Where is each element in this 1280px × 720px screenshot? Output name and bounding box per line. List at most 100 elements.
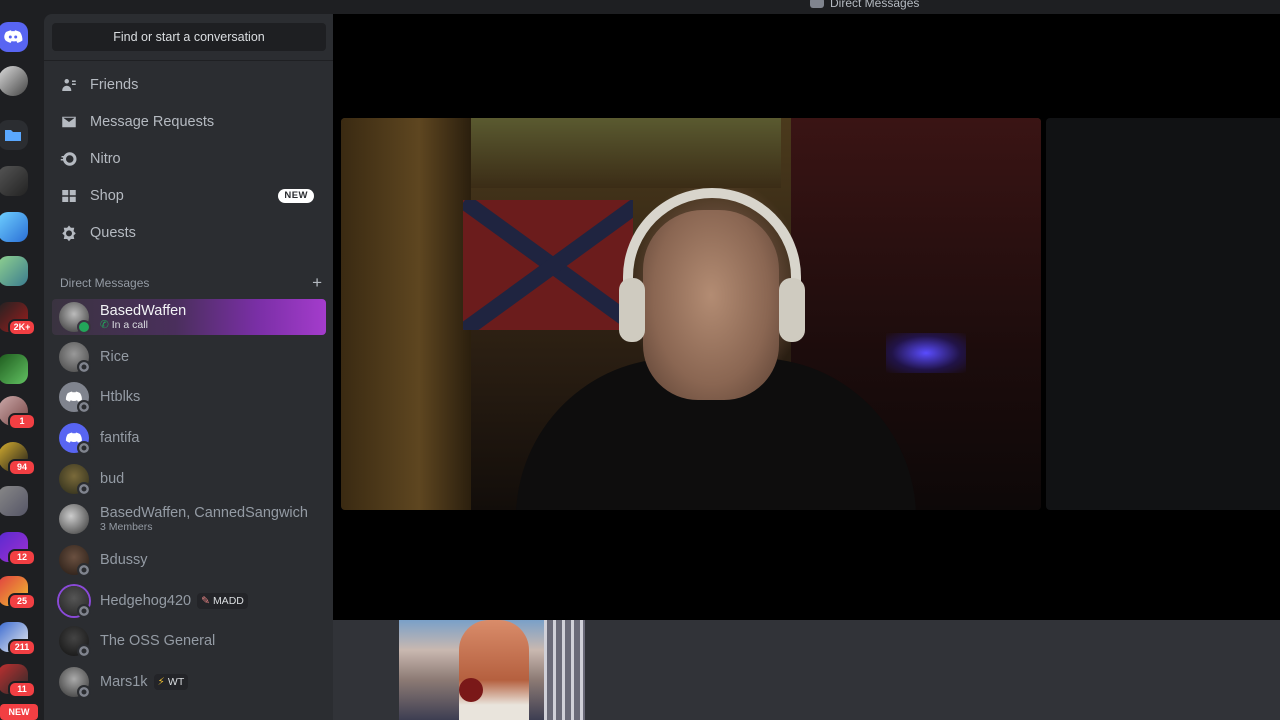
envelope-icon — [60, 113, 78, 131]
dm-item[interactable]: BasedWaffen ✆ In a call — [52, 299, 326, 335]
avatar — [59, 302, 91, 334]
call-view — [333, 14, 1280, 720]
lightning-icon: ⚡ — [157, 676, 165, 688]
server-rail: 2K+ 1 94 12 25 211 11 NEW — [0, 14, 44, 720]
mention-badge: 1 — [8, 413, 36, 430]
status-offline-indicator — [77, 482, 91, 496]
dm-section-header: Direct Messages + — [60, 273, 322, 292]
server-icon-6[interactable] — [0, 354, 28, 384]
server-icon-13[interactable]: 11 — [0, 664, 36, 698]
lamp-glow — [886, 333, 966, 373]
video-background — [341, 118, 471, 510]
dm-item[interactable]: Rice — [52, 339, 326, 375]
server-icon-10[interactable]: 12 — [0, 532, 36, 566]
mention-badge: 12 — [8, 549, 36, 566]
status-offline-indicator — [77, 685, 91, 699]
dm-item[interactable]: BasedWaffen, CannedSangwich 3 Members — [52, 501, 326, 537]
folder-icon — [5, 130, 21, 141]
status-offline-indicator — [77, 360, 91, 374]
dm-name: Hedgehog420 ✎ MADD — [100, 593, 248, 609]
status-offline-indicator — [77, 400, 91, 414]
dm-item[interactable]: Bdussy — [52, 542, 326, 578]
clan-tag: ✎ MADD — [197, 593, 248, 609]
friends-icon — [60, 76, 78, 94]
search-conversation-button[interactable]: Find or start a conversation — [52, 23, 326, 51]
dm-subtext: ✆ In a call — [100, 319, 186, 331]
server-icon-2[interactable] — [0, 166, 28, 196]
status-offline-indicator — [77, 644, 91, 658]
mention-badge: 2K+ — [8, 319, 36, 336]
dm-name: BasedWaffen — [100, 303, 187, 319]
title-bar: Direct Messages — [0, 0, 1280, 14]
nav-shop[interactable]: Shop NEW — [52, 179, 326, 213]
avatar — [59, 423, 91, 455]
dm-name: Rice — [100, 349, 130, 365]
dm-name-text: Hedgehog420 — [100, 593, 192, 609]
discord-logo-icon — [4, 30, 23, 43]
dm-item[interactable]: fantifa — [52, 420, 326, 456]
clan-tag-text: MADD — [212, 595, 244, 607]
nav-message-requests[interactable]: Message Requests — [52, 105, 326, 139]
dm-item[interactable]: The OSS General — [52, 623, 326, 659]
avatar — [59, 342, 91, 374]
stream-thumbnail[interactable] — [399, 620, 585, 720]
server-icon-9[interactable] — [0, 486, 28, 516]
window-title-text: Direct Messages — [830, 0, 920, 10]
dm-name: Mars1k ⚡ WT — [100, 674, 189, 690]
group-avatar — [59, 504, 89, 534]
avatar — [59, 545, 91, 577]
nav-label: Message Requests — [90, 114, 215, 130]
server-icon-1[interactable] — [0, 66, 28, 96]
server-folder[interactable] — [0, 120, 28, 150]
rail-new-badge[interactable]: NEW — [0, 704, 38, 720]
call-status: In a call — [111, 319, 148, 331]
dm-item[interactable]: Htblks — [52, 379, 326, 415]
server-icon-3[interactable] — [0, 212, 28, 242]
avatar — [59, 586, 91, 618]
dm-name: BasedWaffen, CannedSangwich — [100, 505, 308, 521]
divider — [44, 60, 333, 61]
nav-friends[interactable]: Friends — [52, 68, 326, 102]
server-icon-12[interactable]: 211 — [0, 622, 36, 656]
video-tile-webcam[interactable] — [341, 118, 1041, 510]
clan-tag: ⚡ WT — [153, 674, 189, 690]
nav-label: Nitro — [90, 151, 121, 167]
window-title: Direct Messages — [810, 0, 919, 10]
dm-item[interactable]: Mars1k ⚡ WT — [52, 664, 326, 700]
flag-in-video — [463, 200, 633, 330]
server-icon-8[interactable]: 94 — [0, 442, 36, 476]
nav-quests[interactable]: Quests — [52, 216, 326, 250]
clan-tag-text: WT — [167, 676, 185, 688]
dm-section-title: Direct Messages — [60, 276, 150, 290]
dm-name: The OSS General — [100, 633, 216, 649]
dm-sidebar: Find or start a conversation Friends Mes… — [44, 14, 333, 720]
status-offline-indicator — [77, 604, 91, 618]
syringe-icon: ✎ — [201, 595, 210, 607]
phone-icon: ✆ — [100, 319, 112, 331]
dm-name: bud — [100, 471, 125, 487]
home-button[interactable] — [0, 22, 28, 52]
thumbnail-ropes — [544, 620, 585, 720]
discord-app: Direct Messages 2K+ 1 94 12 25 211 11 NE… — [0, 0, 1280, 720]
server-icon-11[interactable]: 25 — [0, 576, 36, 610]
new-badge: NEW — [278, 189, 314, 203]
dm-name-text: Mars1k — [100, 674, 148, 690]
create-dm-button[interactable]: + — [312, 273, 322, 293]
status-online-indicator — [77, 320, 91, 334]
video-tile-secondary[interactable] — [1046, 118, 1280, 510]
dm-name: Htblks — [100, 389, 141, 405]
status-offline-indicator — [77, 441, 91, 455]
server-icon-7[interactable]: 1 — [0, 396, 36, 430]
dm-item[interactable]: Hedgehog420 ✎ MADD — [52, 583, 326, 619]
server-icon-5[interactable]: 2K+ — [0, 302, 36, 336]
headset-cup — [779, 278, 805, 342]
nav-nitro[interactable]: Nitro — [52, 142, 326, 176]
avatar — [59, 382, 91, 414]
nav-label: Shop — [90, 188, 124, 204]
quests-icon — [60, 224, 78, 242]
server-icon-4[interactable] — [0, 256, 28, 286]
mention-badge: 94 — [8, 459, 36, 476]
mention-badge: 25 — [8, 593, 36, 610]
dm-item[interactable]: bud — [52, 461, 326, 497]
headset — [623, 188, 801, 338]
